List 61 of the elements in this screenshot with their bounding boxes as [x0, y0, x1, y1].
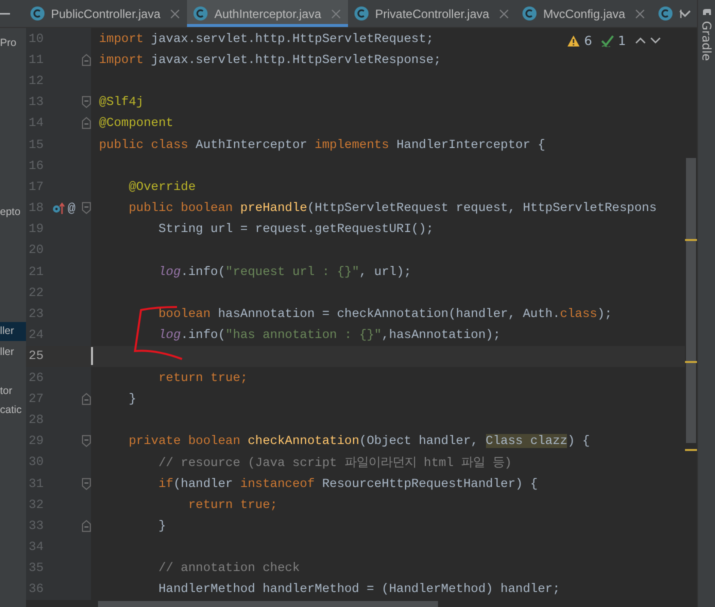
fold-icon[interactable] [82, 54, 91, 66]
code-line: private boolean checkAnnotation(Object handler, Class clazz) { [128, 434, 590, 448]
code-line: } [157, 518, 166, 533]
class-file-icon [354, 6, 370, 21]
code-line: import javax.servlet.http.HttpServletRequest; [99, 32, 434, 46]
project-tree-item[interactable]: Pro [0, 34, 26, 53]
code-line: public boolean preHandle(HttpServletRequest request, HttpServletRespons [128, 201, 657, 216]
class-file-icon [522, 6, 538, 21]
fold-icon[interactable] [82, 478, 91, 490]
code-line: import javax.servlet.http.HttpServletResponse; [99, 52, 442, 67]
project-tree-item[interactable]: catic [0, 401, 26, 420]
chevron-up-icon[interactable] [635, 37, 646, 44]
code-line: boolean hasAnnotation = checkAnnotation(handler, Auth.class); [157, 307, 612, 322]
editor-tab[interactable]: AuthInterceptor.java [187, 0, 348, 27]
code-line: log.info("has annotation : {}",hasAnnotation); [157, 328, 501, 342]
code-line: @Slf4j [99, 95, 144, 110]
gradle-tool-button[interactable]: Gradle [700, 21, 714, 61]
fold-icon[interactable] [82, 96, 91, 108]
project-tree-item[interactable]: ller [0, 322, 26, 341]
editor-tab[interactable]: PrivateController.java [348, 0, 516, 27]
elephant-icon [702, 8, 712, 16]
implements-method-icon[interactable] [52, 202, 65, 215]
warning-count[interactable]: 6 [584, 33, 592, 48]
code-line: if(handler instanceof ResourceHttpRequestHandler) { [157, 476, 538, 491]
chevron-down-icon[interactable] [650, 37, 661, 44]
code-line: @Component [99, 116, 174, 130]
text-caret [91, 347, 93, 366]
class-file-icon [658, 6, 674, 21]
project-tree-item[interactable]: epto [0, 203, 26, 222]
code-line: @Override [128, 180, 196, 194]
code-line: HandlerMethod handlerMethod = (HandlerMethod) handler; [157, 582, 560, 596]
passed-count[interactable]: 1 [618, 33, 626, 48]
code-line: // annotation check [157, 561, 300, 576]
code-line: String url = request.getRequestURI(); [157, 222, 434, 236]
fold-icon[interactable] [82, 435, 91, 448]
close-icon[interactable] [170, 8, 180, 18]
code-line: log.info("request url : {}", url); [157, 264, 412, 279]
close-icon[interactable] [635, 8, 646, 18]
horizontal-scrollbar[interactable] [98, 601, 438, 607]
project-tree-item[interactable]: ller [0, 343, 26, 362]
line-number: 25 [28, 349, 44, 364]
close-icon[interactable] [331, 8, 342, 18]
project-tree-item[interactable]: tor [0, 382, 26, 401]
code-line: return true; [157, 370, 248, 385]
check-icon[interactable] [601, 34, 614, 46]
gutter-marker[interactable]: @ [68, 200, 76, 216]
fold-icon[interactable] [82, 202, 91, 214]
fold-icon[interactable] [82, 117, 91, 130]
editor-tab[interactable]: MvcConfig.java [516, 0, 652, 27]
warning-icon[interactable] [567, 34, 580, 46]
code-line: } [128, 392, 136, 406]
fold-icon[interactable] [82, 392, 91, 405]
editor-tab[interactable]: PublicController.java [24, 0, 188, 27]
fold-icon[interactable] [82, 520, 91, 532]
class-file-icon [30, 6, 45, 21]
chevron-down-icon[interactable] [679, 10, 691, 18]
class-file-icon [193, 6, 208, 21]
code-line: // resource (Java script 파일이라던지 html 파일 등) [157, 456, 512, 470]
code-line: return true; [187, 498, 278, 512]
close-icon[interactable] [499, 8, 510, 18]
code-line: public class AuthInterceptor implements HandlerInterceptor { [99, 138, 546, 152]
